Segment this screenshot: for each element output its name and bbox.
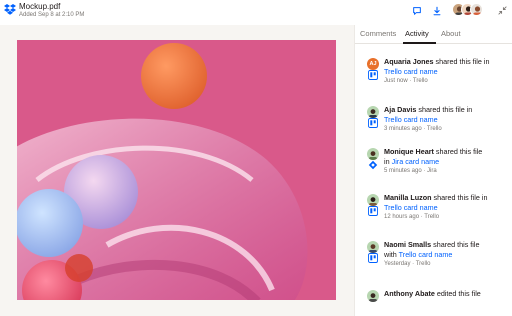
panel-tabs: Comments Activity About	[355, 25, 512, 44]
activity-action: shared this file in	[435, 57, 490, 66]
activity-meta: 3 minutes ago · Trello	[384, 126, 442, 132]
activity-link-prefix: with	[384, 249, 397, 259]
activity-action: shared this file in	[418, 105, 473, 114]
side-panel: Comments Activity About AJ Aquaria Jones…	[354, 25, 512, 316]
trello-icon	[368, 118, 378, 128]
avatar[interactable]: AJ	[367, 58, 379, 70]
activity-meta: 5 minutes ago · Jira	[384, 168, 437, 174]
activity-user-name[interactable]: Monique Heart	[384, 147, 434, 156]
activity-action: shared this file	[435, 147, 483, 156]
activity-meta: 12 hours ago · Trello	[384, 214, 440, 220]
jira-icon	[368, 160, 378, 170]
avatar	[470, 3, 483, 16]
avatar[interactable]	[367, 241, 379, 253]
activity-action: edited this file	[436, 289, 481, 298]
activity-action: shared this file	[433, 240, 480, 249]
comment-icon[interactable]	[412, 6, 422, 16]
activity-user-name[interactable]: Anthony Abate	[384, 289, 435, 298]
activity-link[interactable]: Trello card name	[384, 67, 438, 76]
tab-comments[interactable]: Comments	[360, 29, 396, 38]
collaborator-avatars[interactable]	[452, 3, 486, 17]
activity-action: shared this file in	[433, 193, 488, 202]
collapse-icon[interactable]	[498, 6, 507, 15]
file-name: Mockup.pdf	[19, 2, 61, 11]
file-preview	[0, 25, 354, 316]
activity-link[interactable]: Jira card name	[392, 157, 440, 166]
active-tab-indicator	[403, 42, 436, 44]
activity-meta: Just now · Trello	[384, 78, 428, 84]
abstract-render-image	[17, 40, 336, 300]
tab-about[interactable]: About	[441, 29, 461, 38]
avatar[interactable]	[367, 148, 379, 160]
trello-icon	[368, 70, 378, 80]
activity-user-name[interactable]: Naomi Smalls	[384, 240, 431, 249]
tab-activity[interactable]: Activity	[405, 29, 429, 38]
trello-icon	[368, 206, 378, 216]
activity-user-name[interactable]: Manilla Luzon	[384, 193, 432, 202]
avatar[interactable]	[367, 290, 379, 302]
activity-user-name[interactable]: Aquaria Jones	[384, 57, 434, 66]
trello-icon	[368, 253, 378, 263]
download-icon[interactable]	[432, 6, 442, 16]
activity-link-prefix: in	[384, 156, 390, 166]
activity-meta: Yesterday · Trello	[384, 261, 431, 267]
avatar[interactable]	[367, 194, 379, 206]
activity-link[interactable]: Trello card name	[384, 115, 438, 124]
preview-image	[17, 40, 336, 300]
file-added-date: Added Sep 8 at 2:10 PM	[19, 12, 85, 18]
top-bar: Mockup.pdf Added Sep 8 at 2:10 PM	[0, 0, 512, 25]
activity-link[interactable]: Trello card name	[399, 250, 453, 259]
activity-link[interactable]: Trello card name	[384, 203, 438, 212]
avatar[interactable]	[367, 106, 379, 118]
dropbox-logo-icon[interactable]	[4, 3, 16, 15]
activity-user-name[interactable]: Aja Davis	[384, 105, 416, 114]
